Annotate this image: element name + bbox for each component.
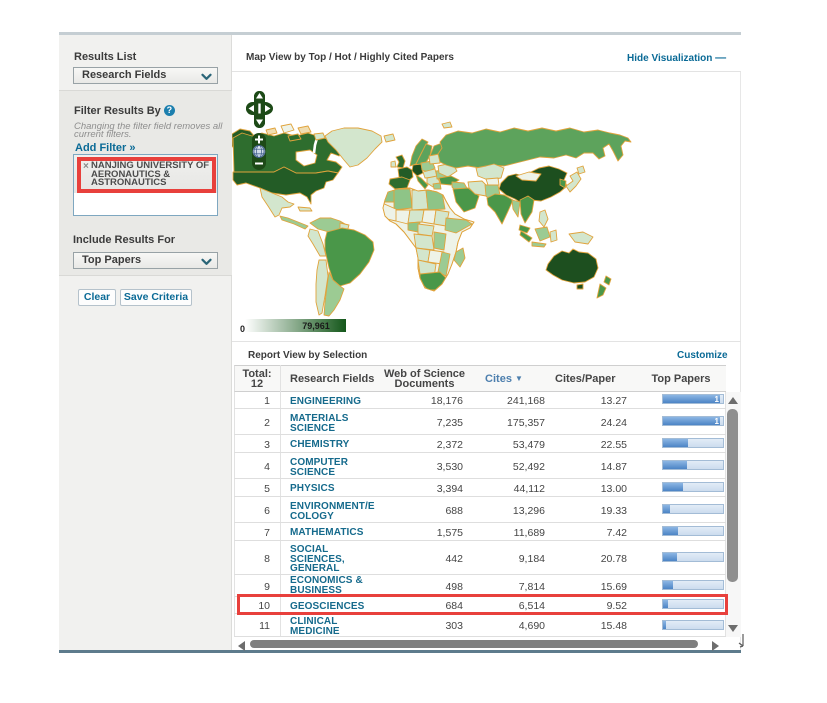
- svg-text:79,961: 79,961: [302, 321, 330, 331]
- svg-text:0: 0: [240, 324, 245, 334]
